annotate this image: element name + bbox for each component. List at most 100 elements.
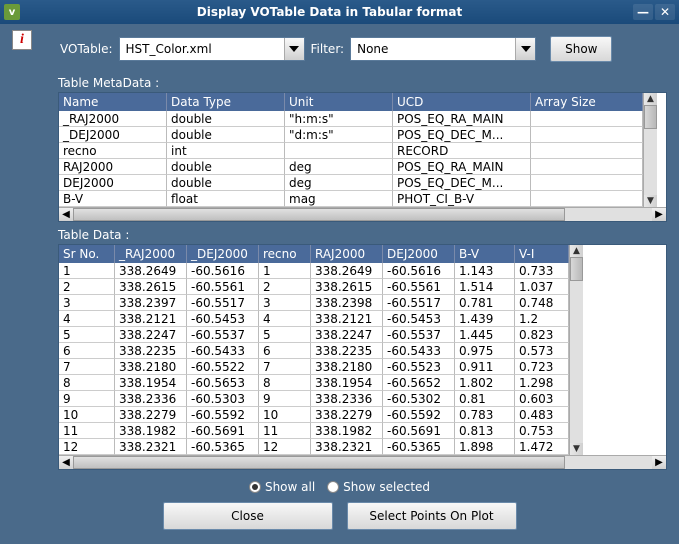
table-cell[interactable]: 9 (59, 391, 115, 407)
table-cell[interactable]: 3 (259, 295, 311, 311)
table-cell[interactable]: 338.1954 (311, 375, 383, 391)
table-cell[interactable]: 338.1954 (115, 375, 187, 391)
column-header[interactable]: Data Type (167, 93, 285, 111)
column-header[interactable]: B-V (455, 245, 515, 263)
table-cell[interactable]: 338.2615 (115, 279, 187, 295)
table-cell[interactable]: PHOT_CI_B-V (393, 191, 531, 207)
table-cell[interactable]: 2 (259, 279, 311, 295)
chevron-down-icon[interactable] (284, 38, 304, 60)
column-header[interactable]: DEJ2000 (383, 245, 455, 263)
table-cell[interactable]: mag (285, 191, 393, 207)
column-header[interactable]: Name (59, 93, 167, 111)
table-cell[interactable]: 338.1982 (115, 423, 187, 439)
horizontal-scrollbar[interactable]: ◀▶ (59, 455, 666, 469)
table-cell[interactable]: 8 (59, 375, 115, 391)
table-cell[interactable]: 9 (259, 391, 311, 407)
table-cell[interactable]: 338.1982 (311, 423, 383, 439)
table-cell[interactable]: 12 (59, 439, 115, 455)
table-cell[interactable]: DEJ2000 (59, 175, 167, 191)
table-cell[interactable]: 0.81 (455, 391, 515, 407)
table-cell[interactable]: 0.911 (455, 359, 515, 375)
show-selected-radio[interactable]: Show selected (327, 480, 430, 494)
table-cell[interactable]: -60.5653 (187, 375, 259, 391)
table-cell[interactable]: _RAJ2000 (59, 111, 167, 127)
table-cell[interactable]: 338.2398 (311, 295, 383, 311)
table-cell[interactable]: float (167, 191, 285, 207)
table-cell[interactable]: -60.5303 (187, 391, 259, 407)
column-header[interactable]: Sr No. (59, 245, 115, 263)
column-header[interactable]: UCD (393, 93, 531, 111)
table-cell[interactable]: 338.2235 (115, 343, 187, 359)
table-cell[interactable]: B-V (59, 191, 167, 207)
show-all-radio[interactable]: Show all (249, 480, 315, 494)
table-cell[interactable]: RAJ2000 (59, 159, 167, 175)
table-cell[interactable]: 338.2121 (115, 311, 187, 327)
table-cell[interactable]: -60.5561 (187, 279, 259, 295)
vertical-scrollbar[interactable]: ▲▼ (569, 245, 583, 455)
table-cell[interactable]: 6 (259, 343, 311, 359)
table-cell[interactable] (285, 143, 393, 159)
table-cell[interactable]: deg (285, 159, 393, 175)
table-cell[interactable]: 1.2 (515, 311, 569, 327)
table-cell[interactable]: -60.5365 (383, 439, 455, 455)
table-cell[interactable]: 1.445 (455, 327, 515, 343)
table-cell[interactable]: 0.733 (515, 263, 569, 279)
table-cell[interactable]: -60.5537 (383, 327, 455, 343)
table-cell[interactable]: 338.2336 (115, 391, 187, 407)
column-header[interactable]: Array Size (531, 93, 643, 111)
table-cell[interactable]: 338.2235 (311, 343, 383, 359)
table-cell[interactable]: -60.5616 (187, 263, 259, 279)
table-cell[interactable]: -60.5652 (383, 375, 455, 391)
table-cell[interactable]: 5 (259, 327, 311, 343)
table-cell[interactable]: 338.2180 (115, 359, 187, 375)
table-cell[interactable]: -60.5691 (187, 423, 259, 439)
table-cell[interactable]: 0.753 (515, 423, 569, 439)
table-cell[interactable]: -60.5453 (383, 311, 455, 327)
table-cell[interactable]: 4 (259, 311, 311, 327)
table-cell[interactable]: 338.2180 (311, 359, 383, 375)
table-cell[interactable]: POS_EQ_DEC_M... (393, 175, 531, 191)
table-cell[interactable]: -60.5691 (383, 423, 455, 439)
table-cell[interactable]: -60.5433 (383, 343, 455, 359)
votable-select[interactable]: HST_Color.xml (119, 37, 305, 61)
table-cell[interactable]: -60.5433 (187, 343, 259, 359)
table-cell[interactable]: 0.823 (515, 327, 569, 343)
close-window-button[interactable]: ✕ (655, 4, 675, 20)
table-cell[interactable]: 0.603 (515, 391, 569, 407)
column-header[interactable]: V-I (515, 245, 569, 263)
minimize-button[interactable]: — (633, 4, 653, 20)
table-cell[interactable]: 0.748 (515, 295, 569, 311)
table-cell[interactable]: 1.898 (455, 439, 515, 455)
table-cell[interactable]: 6 (59, 343, 115, 359)
close-button[interactable]: Close (163, 502, 333, 530)
table-cell[interactable]: 338.2321 (115, 439, 187, 455)
table-cell[interactable]: -60.5616 (383, 263, 455, 279)
table-cell[interactable]: 4 (59, 311, 115, 327)
table-cell[interactable]: -60.5537 (187, 327, 259, 343)
table-cell[interactable]: -60.5517 (187, 295, 259, 311)
select-points-button[interactable]: Select Points On Plot (347, 502, 517, 530)
table-cell[interactable]: POS_EQ_RA_MAIN (393, 159, 531, 175)
table-cell[interactable]: 10 (59, 407, 115, 423)
table-cell[interactable]: _DEJ2000 (59, 127, 167, 143)
table-cell[interactable]: 338.2121 (311, 311, 383, 327)
vertical-scrollbar[interactable]: ▲▼ (643, 93, 657, 207)
table-cell[interactable]: -60.5561 (383, 279, 455, 295)
table-cell[interactable]: double (167, 127, 285, 143)
table-cell[interactable]: -60.5592 (187, 407, 259, 423)
column-header[interactable]: RAJ2000 (311, 245, 383, 263)
table-cell[interactable]: 0.781 (455, 295, 515, 311)
table-cell[interactable]: 11 (59, 423, 115, 439)
horizontal-scrollbar[interactable]: ◀▶ (59, 207, 666, 221)
table-cell[interactable]: 338.2397 (115, 295, 187, 311)
column-header[interactable]: recno (259, 245, 311, 263)
table-cell[interactable] (531, 175, 643, 191)
table-cell[interactable]: 338.2247 (115, 327, 187, 343)
table-cell[interactable]: double (167, 159, 285, 175)
table-cell[interactable]: deg (285, 175, 393, 191)
table-cell[interactable]: 0.813 (455, 423, 515, 439)
table-cell[interactable]: 1.472 (515, 439, 569, 455)
table-cell[interactable]: "h:m:s" (285, 111, 393, 127)
table-cell[interactable]: 8 (259, 375, 311, 391)
table-cell[interactable]: 0.573 (515, 343, 569, 359)
